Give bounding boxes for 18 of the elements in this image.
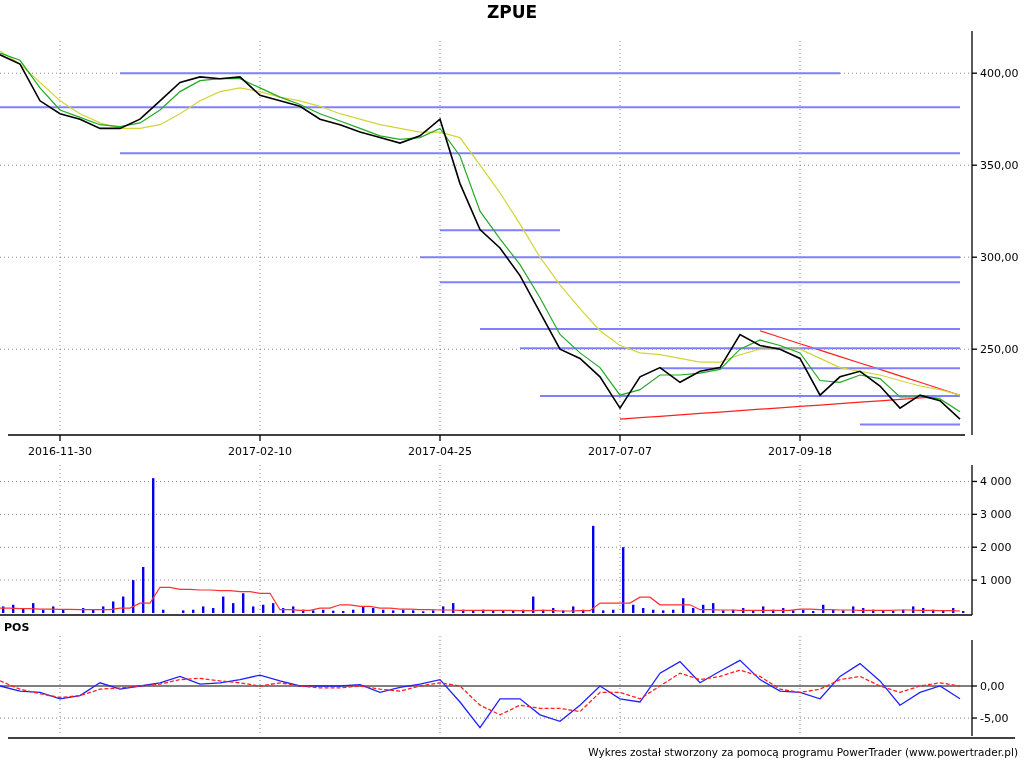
axis-label: 400,00 [980, 67, 1019, 81]
axis-label: 2017-09-18 [768, 445, 832, 458]
axis-label: 2017-04-25 [408, 445, 472, 458]
axis-label: 350,00 [980, 159, 1019, 173]
axis-label: 250,00 [980, 343, 1019, 357]
indicator-title: POS [3, 620, 31, 636]
axis-label: 2017-02-10 [228, 445, 292, 458]
axis-label: 0,00 [980, 680, 1005, 693]
axis-label: 3 000 [980, 508, 1012, 522]
axis-label: 1 000 [980, 574, 1012, 588]
axis-label: 300,00 [980, 251, 1019, 265]
axis-label: 4 000 [980, 475, 1012, 489]
footer-credit: Wykres został stworzony za pomocą programu PowerTrader (www.powertrader.pl) [588, 746, 1018, 758]
axis-label: -5,00 [980, 712, 1009, 726]
axis-label: 2017-07-07 [588, 445, 652, 458]
axis-label: 2016-11-30 [28, 445, 92, 458]
axis-label: 2 000 [980, 541, 1012, 555]
chart-title: ZPUE [485, 1, 539, 24]
